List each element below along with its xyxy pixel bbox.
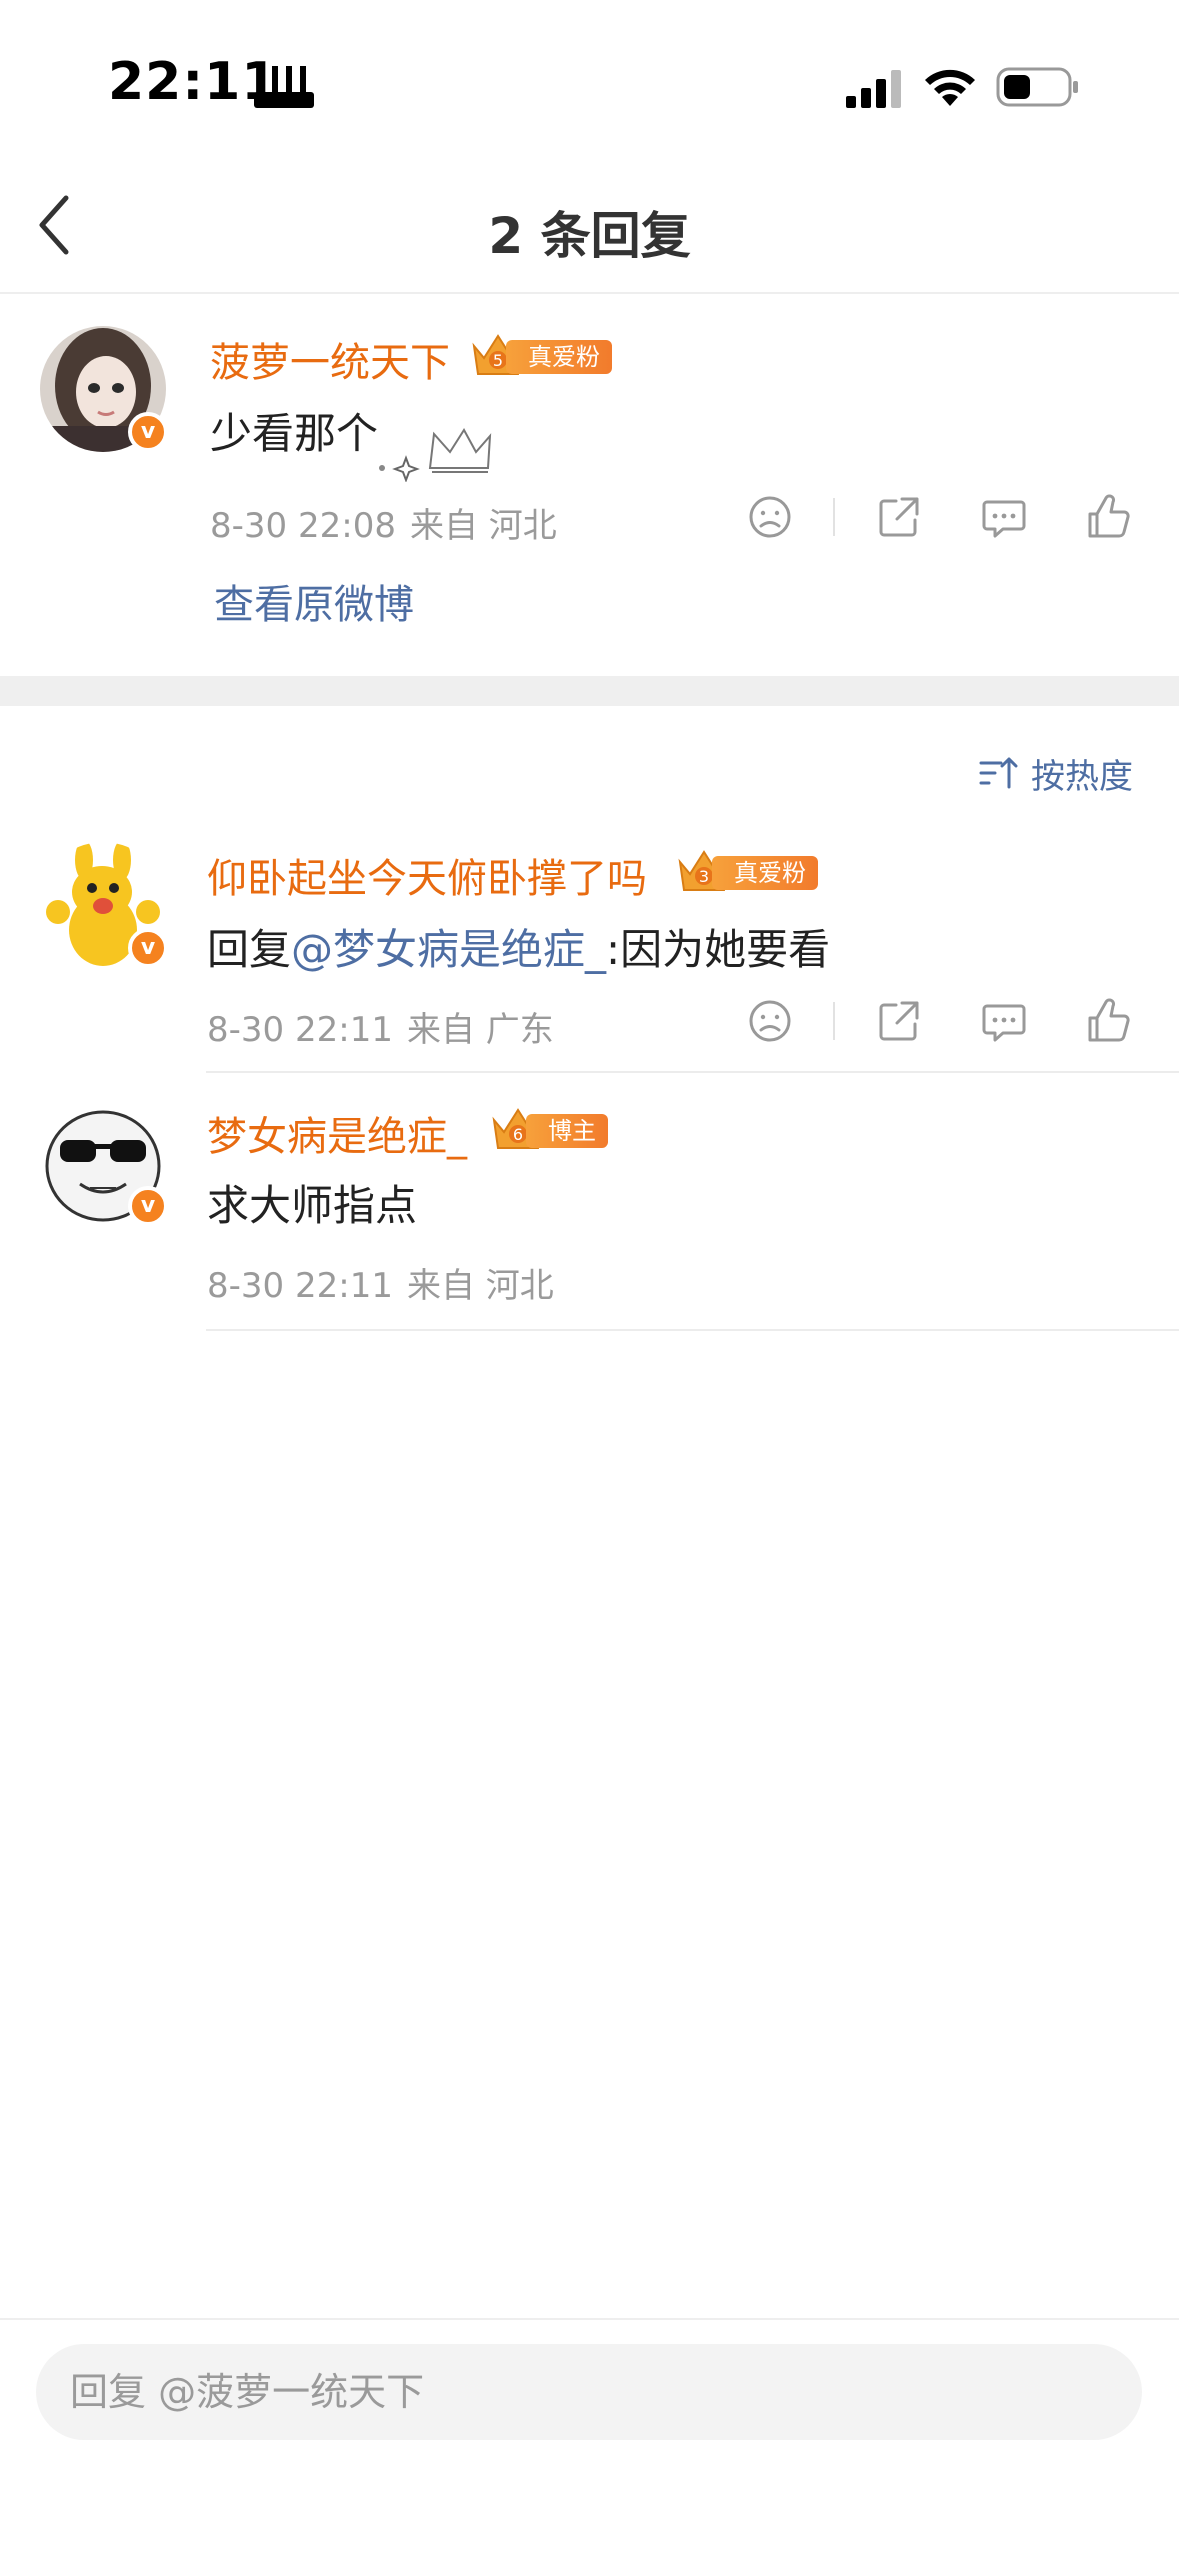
status-time: 22:11 [108,52,279,112]
reply-date: 8-30 22:11 [207,1010,393,1050]
comment-username[interactable]: 菠萝一统天下 [210,330,450,388]
share-icon[interactable] [874,492,924,542]
fan-tag: 博主 [526,1114,608,1148]
reply-username[interactable]: 梦女病是绝症_ [207,1104,467,1162]
reply-text: 求大师指点 [207,1181,418,1230]
sort-icon [979,757,1018,789]
comment-meta: 8-30 22:08 来自 河北 [210,498,557,547]
reply-date: 8-30 22:11 [207,1266,393,1306]
row-divider [206,1329,1179,1331]
like-icon[interactable] [1084,996,1134,1046]
fan-tag: 真爱粉 [712,856,818,890]
view-original-post-link[interactable]: 查看原微博 [214,572,414,630]
nav-header: 2 条回复 [0,150,1179,294]
action-divider [833,1002,835,1040]
reply-meta: 8-30 22:11 来自 广东 [207,1002,554,1051]
dislike-icon[interactable] [745,492,795,542]
mention-link[interactable]: @梦女病是绝症_ [291,925,606,974]
reply-text: 回复@梦女病是绝症_:因为她要看 [207,916,830,977]
comment-icon[interactable] [979,492,1029,542]
share-icon[interactable] [874,996,924,1046]
comment-date: 8-30 22:08 [210,506,396,546]
page-title: 2 条回复 [488,207,691,265]
svg-text:6: 6 [513,1125,523,1144]
reply-meta: 8-30 22:11 来自 河北 [207,1258,554,1307]
svg-text:5: 5 [493,351,503,370]
sparkle-crown-sticker-icon [379,428,492,482]
comment-source: 来自 河北 [409,506,557,546]
reply-input[interactable] [36,2344,1142,2440]
verified-badge: v [128,412,168,452]
reply-source: 来自 广东 [406,1010,554,1050]
dislike-icon[interactable] [745,996,795,1046]
reply-prefix: 回复 [207,925,292,974]
wifi-icon [925,69,975,106]
fan-tag: 真爱粉 [506,340,612,374]
reply-username[interactable]: 仰卧起坐今天俯卧撑了吗 [207,846,647,904]
row-divider [206,1071,1179,1073]
verified-badge: v [128,1186,168,1226]
reply-body: :因为她要看 [606,925,831,974]
verified-badge: v [128,928,168,968]
sort-by-hot-button[interactable]: 按热度 [979,748,1133,798]
status-bar: 22:11 [0,0,1179,150]
comment-icon[interactable] [979,996,1029,1046]
svg-text:3: 3 [699,867,709,886]
cellular-signal-icon [846,70,901,108]
reply-source: 来自 河北 [406,1266,554,1306]
like-icon[interactable] [1084,492,1134,542]
notification-icon [254,66,314,108]
action-divider [833,498,835,536]
battery-icon [996,67,1078,107]
section-divider [0,676,1179,706]
sort-label: 按热度 [1031,756,1133,797]
reply-bar [0,2318,1179,2556]
comment-text: 少看那个 [210,409,379,458]
